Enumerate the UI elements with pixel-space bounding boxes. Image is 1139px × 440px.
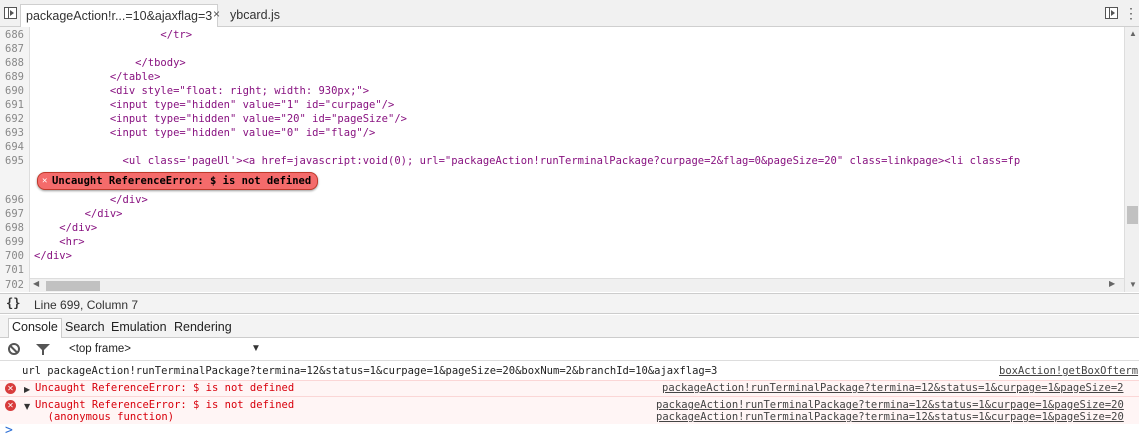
message-text: url packageAction!runTerminalPackage?ter… — [22, 365, 718, 377]
tab-label: packageAction!r...=10&ajaxflag=3 — [26, 9, 213, 23]
line-gutter-bottom: 702 — [0, 278, 30, 292]
console-prompt[interactable]: > — [5, 423, 13, 438]
line-number: 702 — [5, 279, 24, 291]
pretty-print-icon[interactable]: {} — [6, 296, 20, 310]
message-source-link[interactable]: packageAction!runTerminalPackage?termina… — [662, 382, 1123, 395]
scroll-up-icon[interactable]: ▲ — [1129, 29, 1137, 38]
stack-source-link[interactable]: packageAction!runTerminalPackage?termina… — [656, 411, 1124, 424]
console-message-error: ✕ ▼ Uncaught ReferenceError: $ is not de… — [0, 396, 1139, 424]
filter-icon[interactable] — [36, 344, 50, 355]
toggle-debugger-icon[interactable] — [1105, 7, 1118, 19]
error-icon: ✕ — [5, 383, 16, 394]
editor-status-bar: {} Line 699, Column 7 — [0, 293, 1139, 314]
editor-tab-bar: packageAction!r...=10&ajaxflag=3 × ybcar… — [0, 0, 1139, 27]
scroll-left-icon[interactable]: ◀ — [33, 279, 39, 288]
more-tabs-icon[interactable]: ⋮ — [1124, 5, 1138, 22]
stack-frame: (anonymous function) — [35, 411, 175, 423]
console-message-error: ✕ ▶ Uncaught ReferenceError: $ is not de… — [0, 380, 1139, 396]
tab-console[interactable]: Console — [8, 318, 62, 338]
vertical-scroll-thumb[interactable] — [1127, 206, 1138, 224]
clear-console-icon[interactable] — [8, 343, 20, 355]
cursor-position: Line 699, Column 7 — [34, 298, 139, 312]
inline-error-bubble: ✕ Uncaught ReferenceError: $ is not defi… — [37, 172, 319, 190]
inline-error-text: Uncaught ReferenceError: $ is not define… — [52, 175, 312, 187]
close-tab-icon[interactable]: × — [213, 7, 220, 21]
scroll-down-icon[interactable]: ▼ — [1129, 280, 1137, 289]
tab-search[interactable]: Search — [62, 319, 108, 338]
collapse-triangle-icon[interactable]: ▼ — [24, 400, 30, 413]
toggle-navigator-icon[interactable] — [4, 7, 17, 19]
scroll-right-icon[interactable]: ▶ — [1109, 279, 1115, 288]
source-editor[interactable]: 686 </tr> 687 688 </tbody> 689 </table> … — [0, 27, 1124, 278]
message-source-link[interactable]: boxAction!getBoxOfterm — [999, 365, 1138, 378]
frame-select[interactable]: <top frame> — [69, 343, 131, 355]
message-text: Uncaught ReferenceError: $ is not define… — [35, 382, 295, 394]
horizontal-scroll-thumb[interactable] — [46, 281, 100, 291]
drawer-tab-bar: Console Search Emulation Rendering — [0, 315, 1139, 338]
chevron-down-icon[interactable]: ▼ — [251, 343, 261, 354]
tab-package-action[interactable]: packageAction!r...=10&ajaxflag=3 — [20, 4, 219, 27]
tab-emulation[interactable]: Emulation — [108, 319, 170, 338]
console-toolbar: <top frame> ▼ — [0, 339, 1139, 361]
tab-label: ybcard.js — [230, 8, 281, 22]
expand-triangle-icon[interactable]: ▶ — [24, 383, 30, 396]
tab-rendering[interactable]: Rendering — [171, 319, 235, 338]
vertical-scrollbar[interactable]: ▲ ▼ — [1124, 27, 1139, 292]
tab-ybcard[interactable]: ybcard.js — [225, 4, 285, 27]
error-icon: ✕ — [5, 400, 16, 411]
console-message-log: url packageAction!runTerminalPackage?ter… — [0, 364, 1139, 379]
horizontal-scrollbar[interactable]: ◀ ▶ — [30, 278, 1124, 292]
error-x-icon: ✕ — [42, 176, 48, 186]
